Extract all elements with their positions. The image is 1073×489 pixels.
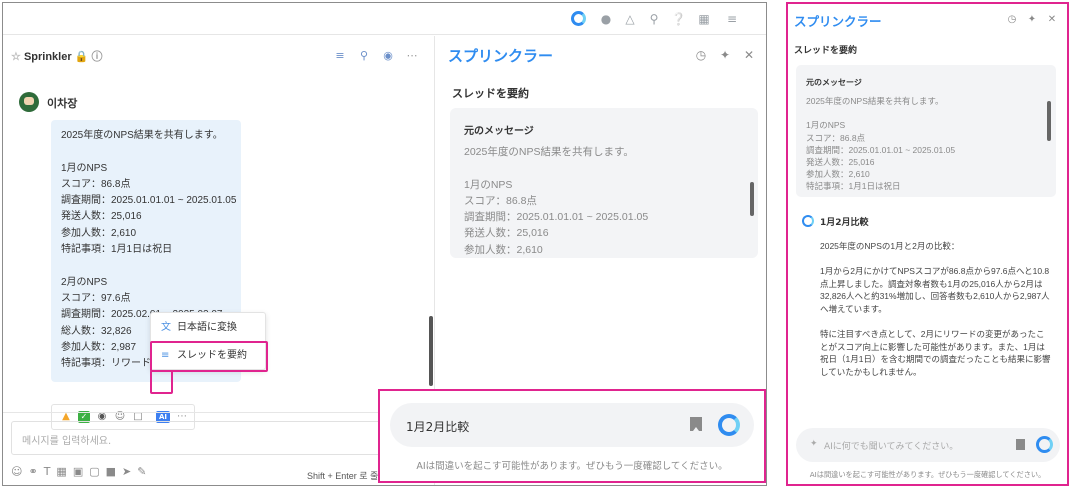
summarize-highlight [150,341,268,372]
attach-icon[interactable]: ⚭ [28,465,43,478]
send-icon[interactable] [718,414,740,436]
channel-header: ☆ Sprinkler 🔒 ⓘ ≡ ⚲ ◉ ⋯ [3,36,435,74]
answer-paragraph: 2025年度のNPSの1月と2月の比較： [820,241,960,251]
ai-disclaimer: AIは間違いを起こす可能性があります。ぜひもう一度確認してください。 [416,461,728,472]
sprinkler-ring-icon[interactable] [571,11,586,26]
help-icon[interactable]: ❔ [671,12,686,26]
menu-icon[interactable]: ≡ [725,12,739,26]
prompt-input[interactable]: ✦ AIに何でも聞いてみてください。 [796,428,1060,462]
original-message-text: 2025年度のNPS結果を共有します。 1月のNPS スコア：86.8点 調査期… [464,146,649,256]
answer-paragraph: 1月から2月にかけてNPSスコアが86.8点から97.6点へと10.8点上昇しま… [820,266,1050,314]
ai-panel-title: スプリンクラー [794,14,882,29]
close-icon[interactable]: ✕ [1046,14,1058,26]
channel-scrollbar[interactable] [429,316,433,386]
original-message-label: 元のメッセージ [464,126,534,137]
send-later-icon[interactable]: ➤ [122,465,137,478]
capture-icon[interactable]: ▢ [89,465,105,478]
org-icon[interactable]: △ [623,12,637,26]
bell-icon[interactable]: ● [599,12,613,26]
ai-panel-subtitle: スレッドを要約 [452,87,529,100]
sprinkler-ring-icon [802,215,814,227]
magic-icon[interactable]: ✦ [1026,14,1038,26]
composer-hint: Shift + Enter 로 줄 [307,471,379,481]
pin-icon[interactable]: ⚲ [357,49,371,63]
composer-toolbar: ☺⚭T▦▣▢■➤✎ [11,465,152,478]
sparkle-icon: ✦ [810,439,818,449]
apps-icon[interactable]: ▦ [697,12,711,26]
ai-panel-title: スプリンクラー [448,47,554,65]
emoji-icon[interactable]: ☺ [11,465,28,478]
image-icon[interactable]: ▣ [73,465,89,478]
translate-icon: 文 [161,322,171,333]
bookmark-icon[interactable] [1016,439,1025,450]
bookmark-icon[interactable] [690,417,702,431]
info-icon[interactable]: ⓘ [91,51,102,63]
question-text: 1月2月比較 [820,218,869,228]
author-name[interactable]: 이차장 [47,95,77,111]
prompt-input-value: 1月2月比較 [406,420,470,434]
channel-panel: ☆ Sprinkler 🔒 ⓘ ≡ ⚲ ◉ ⋯ 이차장 2025年度のNPS結果… [3,36,435,485]
answer-paragraph: 特に注目すべき点として、2月にリワードの変更があったことがスコア向上に影響した可… [820,329,1051,377]
task-icon[interactable]: ≡ [333,49,347,63]
original-message-box: 元のメッセージ 2025年度のNPS結果を共有します。 1月のNPS スコア：8… [796,65,1056,197]
ai-button-highlight [150,370,173,394]
bot-icon[interactable]: ◉ [381,49,395,63]
prompt-input[interactable]: 1月2月比較 [390,403,754,447]
prompt-placeholder: AIに何でも聞いてみてください。 [824,442,959,452]
file-icon[interactable]: ▦ [56,465,72,478]
edit-icon[interactable]: ✎ [137,465,152,478]
message-input[interactable]: 메시지를 입력하세요. [11,421,381,455]
history-icon[interactable]: ◷ [694,48,708,62]
original-message-scrollbar[interactable] [1047,101,1051,141]
ai-answer: 2025年度のNPSの1月と2月の比較： 1月から2月にかけてNPSスコアが86… [820,240,1052,391]
original-message-text: 2025年度のNPS結果を共有します。 1月のNPS スコア：86.8点 調査期… [806,96,956,192]
history-icon[interactable]: ◷ [1006,14,1018,26]
original-message-box: 元のメッセージ 2025年度のNPS結果を共有します。 1月のNPS スコア：8… [450,108,758,258]
prompt-area: 1月2月比較 AIは間違いを起こす可能性があります。ぜひもう一度確認してください… [378,389,766,483]
original-message-label: 元のメッセージ [806,78,862,87]
magic-icon[interactable]: ✦ [718,48,732,62]
send-icon[interactable] [1036,436,1053,453]
original-message-scrollbar[interactable] [750,182,754,216]
lock-icon: 🔒 [74,51,89,63]
avatar[interactable] [19,92,39,112]
ai-result-panel: スプリンクラー ◷ ✦ ✕ スレッドを要約 元のメッセージ 2025年度のNPS… [786,2,1069,486]
ai-disclaimer: AIは間違いを起こす可能性があります。ぜひもう一度確認してください。 [809,470,1046,479]
menu-item-translate-japanese[interactable]: 文 日本語に変換 [151,315,265,341]
search-icon[interactable]: ⚲ [647,12,661,26]
more-icon[interactable]: ⋯ [405,49,419,63]
ai-panel-subtitle: スレッドを要約 [794,46,858,56]
channel-title[interactable]: ☆ Sprinkler 🔒 ⓘ [11,48,102,64]
video-icon[interactable]: ■ [106,465,122,478]
close-icon[interactable]: ✕ [742,48,756,62]
top-bar: ● △ ⚲ ❔ ▦ ≡ [3,3,766,35]
composer: 메시지를 입력하세요. ☺⚭T▦▣▢■➤✎ Shift + Enter 로 줄 [3,412,435,485]
menu-item-label: 日本語に変換 [177,322,237,333]
star-icon[interactable]: ☆ [11,51,21,63]
channel-title-label: Sprinkler [23,51,72,63]
text-format-icon[interactable]: T [44,465,57,478]
